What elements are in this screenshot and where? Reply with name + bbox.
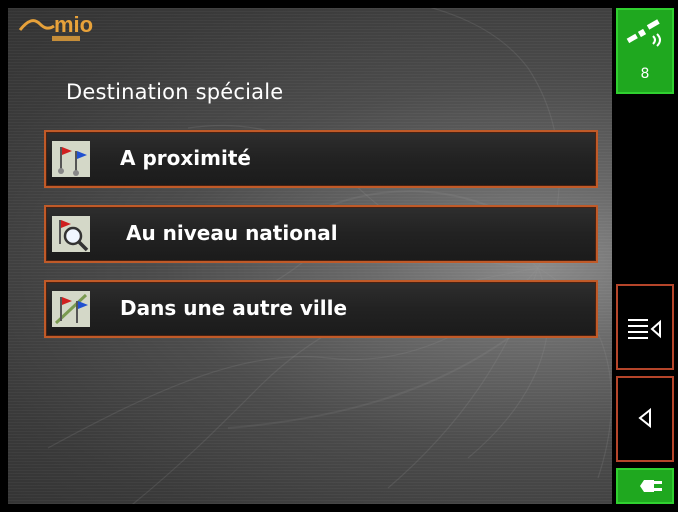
satellite-icon <box>626 19 661 47</box>
menu-item-other-city[interactable]: Dans une autre ville <box>44 280 598 338</box>
screen: mio Destination spéciale A proximité Au … <box>0 0 678 512</box>
mio-logo: mio <box>18 12 93 41</box>
back-button[interactable] <box>616 376 674 462</box>
gps-status-button[interactable]: 8 <box>616 8 674 94</box>
menu-item-nearby[interactable]: A proximité <box>44 130 598 188</box>
menu-item-label: A proximité <box>120 146 251 170</box>
menu-item-national[interactable]: Au niveau national <box>44 205 598 263</box>
power-button[interactable] <box>616 468 674 504</box>
logo-text: mio <box>54 12 93 37</box>
menu-list-icon <box>628 319 661 339</box>
flag-search-icon <box>52 216 90 252</box>
menu-button[interactable] <box>616 284 674 370</box>
power-plug-icon <box>632 480 662 492</box>
menu-item-label: Dans une autre ville <box>120 296 348 320</box>
flags-route-icon <box>52 291 90 327</box>
menu-item-label: Au niveau national <box>126 221 338 245</box>
main-panel: mio Destination spéciale A proximité Au … <box>8 8 612 504</box>
page-title: Destination spéciale <box>66 80 284 104</box>
back-arrow-icon <box>638 407 651 429</box>
flags-icon <box>52 141 90 177</box>
satellite-count: 8 <box>640 66 650 82</box>
sidebar: 8 <box>612 0 678 512</box>
